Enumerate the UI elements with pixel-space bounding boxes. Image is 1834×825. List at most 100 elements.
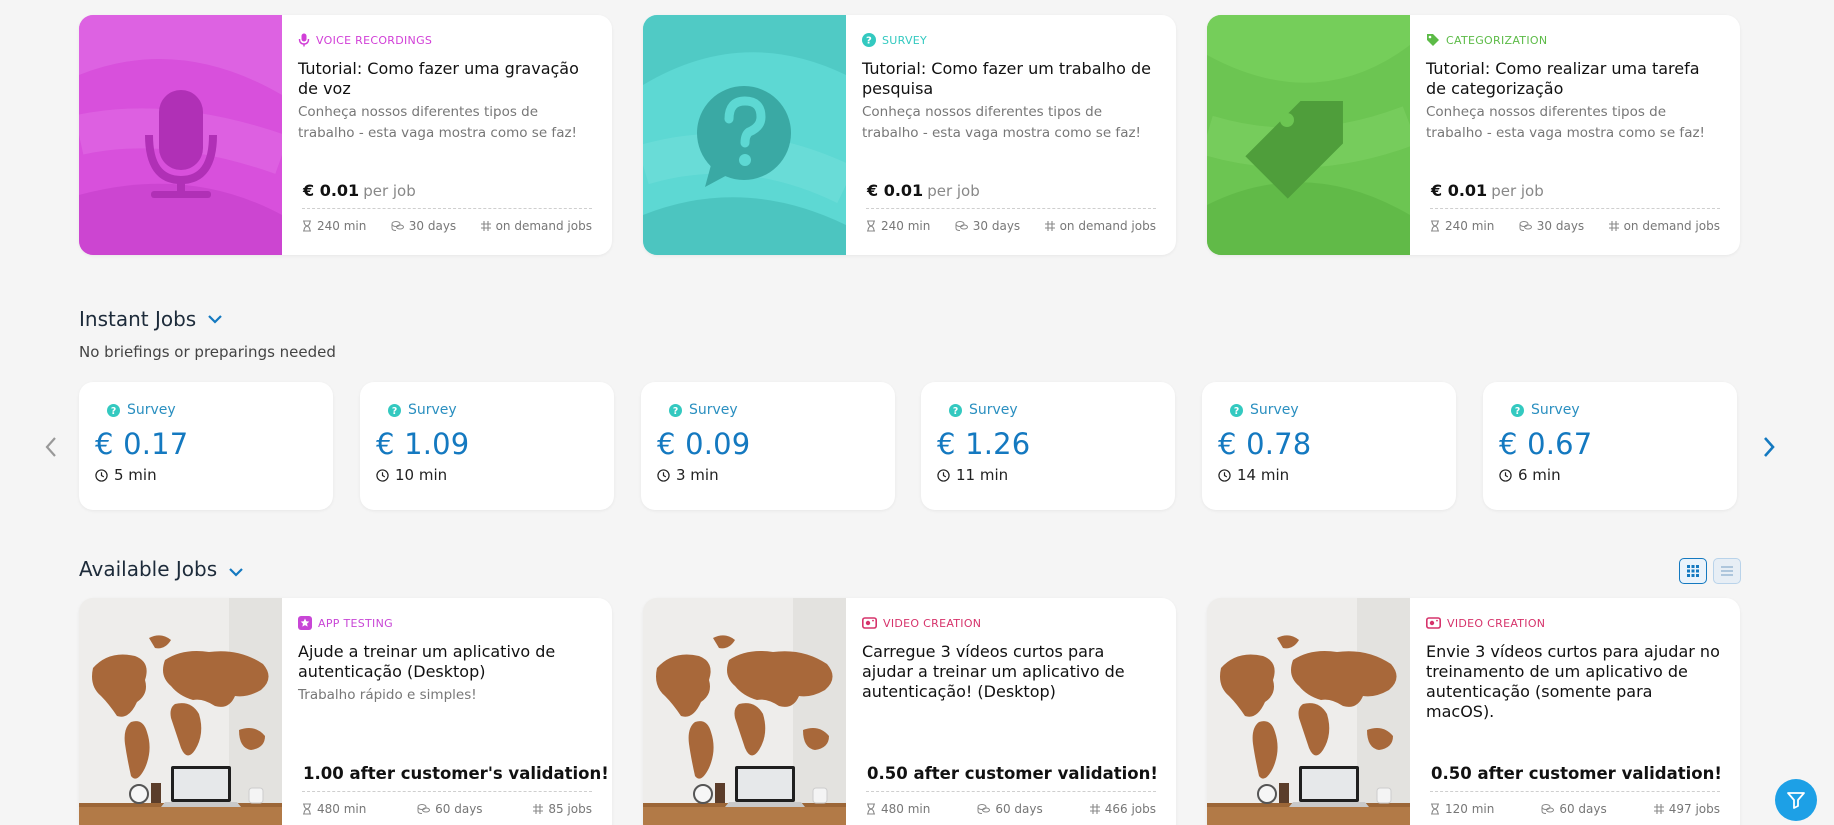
job-type: ? Survey <box>949 402 1159 418</box>
list-view-button[interactable] <box>1713 558 1741 584</box>
question-icon: ? <box>1511 403 1524 417</box>
coins-icon <box>955 221 968 231</box>
available-job-card[interactable]: App Testing Ajude a treinar um aplicativo… <box>79 598 612 825</box>
days: 30 days <box>955 219 1020 233</box>
job-title[interactable]: Tutorial: Como fazer um trabalho de pesq… <box>862 59 1160 99</box>
available-job-card[interactable]: Video Creation Carregue 3 vídeos curtos p… <box>643 598 1176 825</box>
days: 30 days <box>391 219 456 233</box>
hourglass-icon <box>867 220 875 232</box>
job-title[interactable]: Tutorial: Como realizar uma tarefa de ca… <box>1426 59 1724 99</box>
jobs-page: Voice Recordings Tutorial: Como fazer um… <box>0 0 1834 825</box>
category-label: ? Survey <box>862 31 1160 49</box>
job-thumbnail <box>1207 598 1410 825</box>
job-meta: 480 min 60 days 466 jobs <box>866 791 1156 816</box>
job-price: € 0.01 per job <box>867 181 980 200</box>
hash-icon <box>1089 804 1100 814</box>
clock-icon <box>657 468 670 482</box>
grid-icon <box>1687 565 1699 577</box>
category-label: Video Creation <box>1426 614 1724 632</box>
job-title[interactable]: Envie 3 vídeos curtos para ajudar no tre… <box>1426 642 1724 722</box>
tag-icon <box>1426 33 1440 47</box>
tutorial-card-categorization[interactable]: Categorization Tutorial: Como realizar u… <box>1207 15 1740 255</box>
job-duration: 14 min <box>1218 466 1440 484</box>
jobs-count: 85 jobs <box>533 802 592 816</box>
available-jobs-header[interactable]: Available Jobs <box>79 557 243 581</box>
svg-text:?: ? <box>1515 405 1520 416</box>
job-description: Conheça nossos diferentes tipos de traba… <box>1426 104 1705 141</box>
question-icon: ? <box>669 403 682 417</box>
job-price: € 0.67 <box>1499 427 1593 461</box>
instant-job-card[interactable]: ? Survey € 0.78 14 min <box>1202 382 1456 510</box>
job-price: € 1.09 <box>376 427 470 461</box>
svg-text:?: ? <box>953 405 958 416</box>
job-price: € 0.17 <box>95 427 189 461</box>
hourglass-icon <box>303 220 311 232</box>
jobs-count: 497 jobs <box>1653 802 1720 816</box>
grid-view-button[interactable] <box>1679 558 1707 584</box>
hourglass-icon <box>867 803 875 815</box>
instant-job-card[interactable]: ? Survey € 0.17 5 min <box>79 382 333 510</box>
duration: 120 min <box>1430 802 1494 816</box>
svg-text:?: ? <box>673 405 678 416</box>
job-meta: 240 min 30 days on demand jobs <box>1430 208 1720 233</box>
tutorial-thumbnail <box>643 15 846 255</box>
question-icon: ? <box>107 403 120 417</box>
question-icon: ? <box>862 33 876 47</box>
instant-job-card[interactable]: ? Survey € 0.09 3 min <box>641 382 895 510</box>
chevron-left-icon[interactable] <box>44 436 58 458</box>
clock-icon <box>937 468 950 482</box>
tutorial-card-voice[interactable]: Voice Recordings Tutorial: Como fazer um… <box>79 15 612 255</box>
world-map-photo <box>79 598 282 825</box>
hash-icon <box>1044 221 1055 231</box>
world-map-photo <box>1207 598 1410 825</box>
job-meta: 240 min 30 days on demand jobs <box>866 208 1156 233</box>
days: 60 days <box>977 802 1043 816</box>
hourglass-icon <box>303 803 311 815</box>
instant-job-card[interactable]: ? Survey € 0.67 6 min <box>1483 382 1737 510</box>
category-label: Video Creation <box>862 614 1160 632</box>
category-label: Categorization <box>1426 31 1724 49</box>
job-title[interactable]: Ajude a treinar um aplicativo de autenti… <box>298 642 596 682</box>
job-title[interactable]: Tutorial: Como fazer uma gravação de voz <box>298 59 596 99</box>
category-label: Voice Recordings <box>298 31 596 49</box>
chevron-right-icon[interactable] <box>1762 436 1776 458</box>
instant-job-card[interactable]: ? Survey € 1.09 10 min <box>360 382 614 510</box>
job-meta: 480 min 60 days 85 jobs <box>302 791 592 816</box>
svg-text:?: ? <box>392 405 397 416</box>
instant-jobs-header[interactable]: Instant Jobs <box>79 307 222 331</box>
job-title[interactable]: Carregue 3 vídeos curtos para ajudar a t… <box>862 642 1160 702</box>
tutorial-card-survey[interactable]: ? Survey Tutorial: Como fazer um trabalh… <box>643 15 1176 255</box>
job-type: ? Survey <box>107 402 317 418</box>
clock-icon <box>376 468 389 482</box>
tutorial-thumbnail <box>79 15 282 255</box>
job-duration: 6 min <box>1499 466 1721 484</box>
job-duration: 3 min <box>657 466 879 484</box>
available-job-card[interactable]: Video Creation Envie 3 vídeos curtos para… <box>1207 598 1740 825</box>
job-description: Trabalho rápido e simples! <box>298 687 477 703</box>
coins-icon <box>1541 804 1555 814</box>
duration: 240 min <box>302 219 366 233</box>
hash-icon <box>1608 221 1619 231</box>
job-thumbnail <box>79 598 282 825</box>
coins-icon <box>1519 221 1532 231</box>
filter-button[interactable] <box>1775 779 1817 821</box>
hourglass-icon <box>1431 220 1439 232</box>
section-subtitle: No briefings or preparings needed <box>79 343 336 361</box>
job-price: € 1.26 <box>937 427 1031 461</box>
job-reward: 0.50 after customer validation! <box>1431 764 1722 783</box>
world-map-photo <box>643 598 846 825</box>
job-reward: 0.50 after customer validation! <box>867 764 1158 783</box>
job-description: Conheça nossos diferentes tipos de traba… <box>298 104 577 141</box>
job-price: € 0.01 per job <box>1431 181 1544 200</box>
tutorial-thumbnail <box>1207 15 1410 255</box>
job-type: ? Survey <box>388 402 598 418</box>
question-icon: ? <box>388 403 401 417</box>
question-icon: ? <box>949 403 962 417</box>
section-title: Available Jobs <box>79 557 218 581</box>
star-badge-icon <box>298 616 312 630</box>
duration: 480 min <box>866 802 930 816</box>
instant-job-card[interactable]: ? Survey € 1.26 11 min <box>921 382 1175 510</box>
video-camera-icon <box>862 617 877 629</box>
clock-icon <box>1499 468 1512 482</box>
coins-icon <box>417 804 431 814</box>
